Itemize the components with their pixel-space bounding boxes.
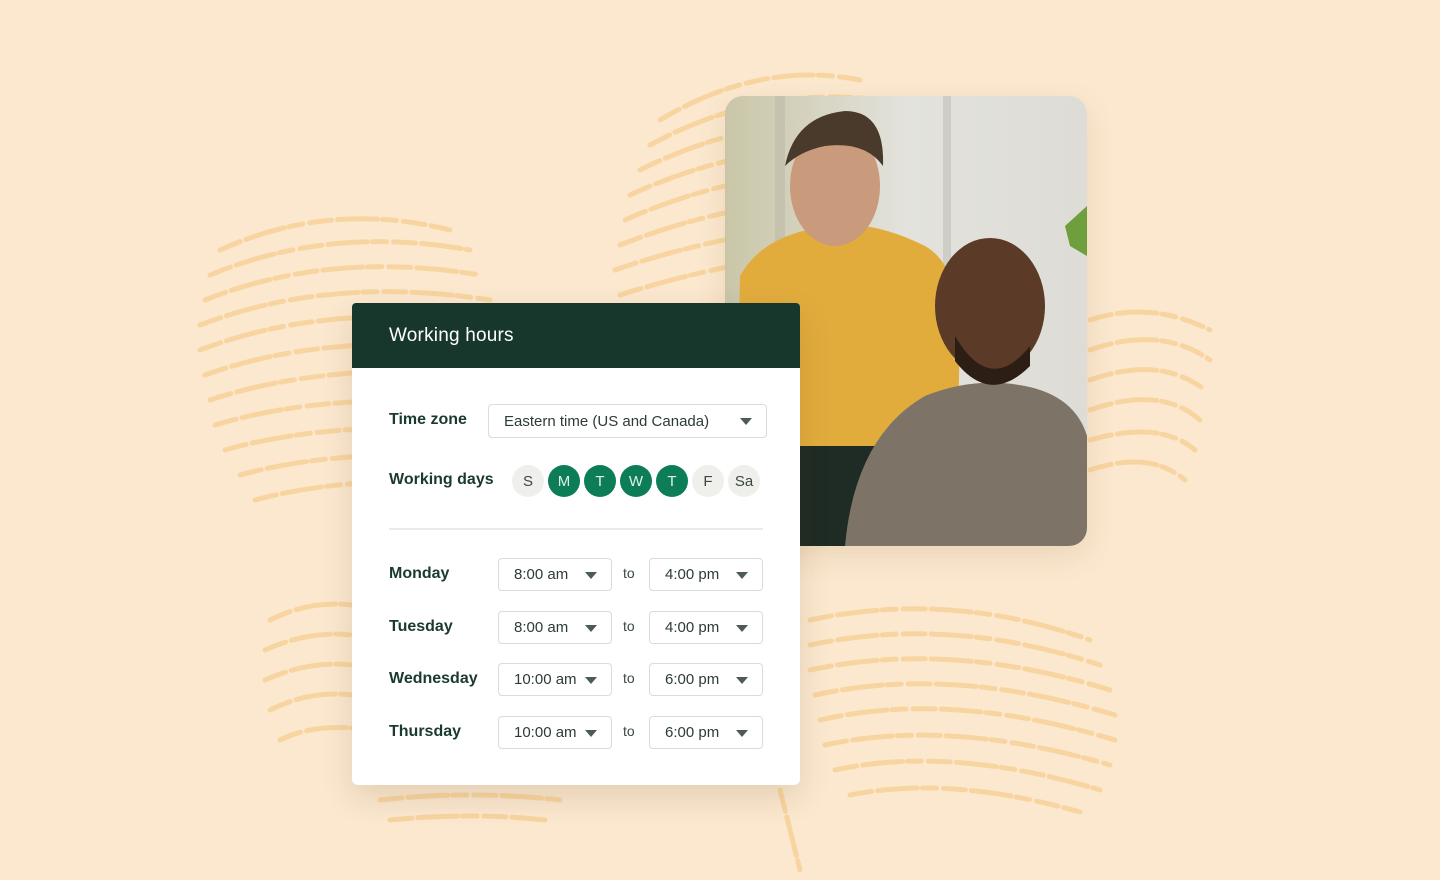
to-separator: to bbox=[623, 618, 635, 634]
timezone-value: Eastern time (US and Canada) bbox=[504, 412, 710, 430]
day-label: Wednesday bbox=[389, 670, 478, 687]
day-toggle-wednesday[interactable]: W bbox=[620, 465, 652, 497]
to-separator: to bbox=[623, 723, 635, 739]
end-time-select[interactable]: 6:00 pm bbox=[649, 663, 763, 696]
end-time-select[interactable]: 4:00 pm bbox=[649, 611, 763, 644]
schedule-row-tuesday: Tuesday 8:00 am to 4:00 pm bbox=[352, 611, 800, 645]
working-hours-card: Working hours Time zone Eastern time (US… bbox=[352, 303, 800, 785]
timezone-label: Time zone bbox=[389, 411, 467, 428]
caret-down-icon bbox=[585, 676, 597, 684]
day-toggle-friday[interactable]: F bbox=[692, 465, 724, 497]
caret-down-icon bbox=[736, 729, 748, 737]
schedule-row-monday: Monday 8:00 am to 4:00 pm bbox=[352, 558, 800, 592]
timezone-select[interactable]: Eastern time (US and Canada) bbox=[488, 404, 767, 438]
day-toggle-tuesday[interactable]: T bbox=[584, 465, 616, 497]
day-toggle-thursday[interactable]: T bbox=[656, 465, 688, 497]
end-time-value: 6:00 pm bbox=[665, 724, 720, 741]
day-picker: S M T W T F Sa bbox=[512, 465, 760, 497]
card-title: Working hours bbox=[389, 324, 514, 346]
start-time-value: 10:00 am bbox=[514, 724, 577, 741]
caret-down-icon bbox=[736, 676, 748, 684]
to-separator: to bbox=[623, 565, 635, 581]
start-time-select[interactable]: 8:00 am bbox=[498, 611, 612, 644]
timezone-row: Time zone bbox=[389, 411, 467, 429]
working-days-label: Working days bbox=[389, 471, 494, 488]
day-toggle-monday[interactable]: M bbox=[548, 465, 580, 497]
end-time-select[interactable]: 4:00 pm bbox=[649, 558, 763, 591]
day-label: Monday bbox=[389, 565, 450, 582]
caret-down-icon bbox=[585, 571, 597, 579]
caret-down-icon bbox=[736, 624, 748, 632]
divider bbox=[389, 528, 763, 530]
card-header: Working hours bbox=[352, 303, 800, 368]
day-label: Thursday bbox=[389, 723, 462, 740]
end-time-select[interactable]: 6:00 pm bbox=[649, 716, 763, 749]
start-time-select[interactable]: 10:00 am bbox=[498, 716, 612, 749]
to-separator: to bbox=[623, 670, 635, 686]
day-toggle-sunday[interactable]: S bbox=[512, 465, 544, 497]
caret-down-icon bbox=[585, 729, 597, 737]
end-time-value: 4:00 pm bbox=[665, 566, 720, 583]
schedule-row-wednesday: Wednesday 10:00 am to 6:00 pm bbox=[352, 663, 800, 697]
end-time-value: 4:00 pm bbox=[665, 619, 720, 636]
start-time-value: 8:00 am bbox=[514, 566, 569, 583]
end-time-value: 6:00 pm bbox=[665, 671, 720, 688]
schedule-row-thursday: Thursday 10:00 am to 6:00 pm bbox=[352, 716, 800, 750]
caret-down-icon bbox=[585, 624, 597, 632]
start-time-select[interactable]: 10:00 am bbox=[498, 663, 612, 696]
start-time-value: 8:00 am bbox=[514, 619, 569, 636]
day-toggle-saturday[interactable]: Sa bbox=[728, 465, 760, 497]
start-time-select[interactable]: 8:00 am bbox=[498, 558, 612, 591]
working-days-row: Working days bbox=[389, 471, 494, 489]
day-label: Tuesday bbox=[389, 618, 453, 635]
caret-down-icon bbox=[736, 571, 748, 579]
caret-down-icon bbox=[740, 418, 752, 425]
start-time-value: 10:00 am bbox=[514, 671, 577, 688]
